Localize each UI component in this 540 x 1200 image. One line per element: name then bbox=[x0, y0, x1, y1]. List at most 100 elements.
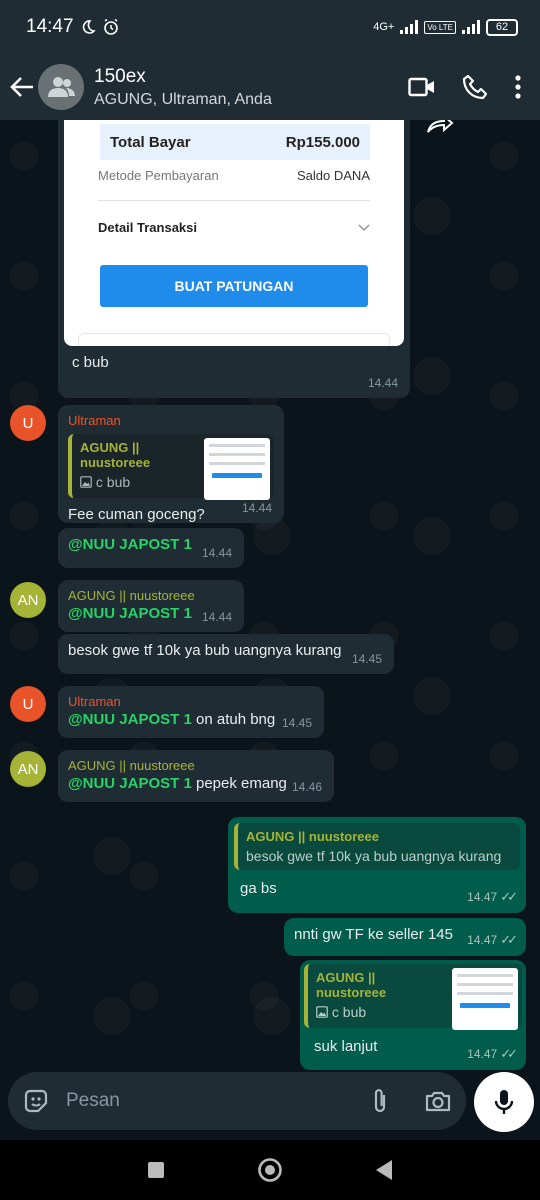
message-text: nnti gw TF ke seller 145 bbox=[294, 926, 453, 943]
message-bubble[interactable]: AGUNG || nuustoreee @NUU JAPOST 1 pepek … bbox=[58, 750, 334, 802]
microphone-icon bbox=[494, 1090, 514, 1114]
chat-title: 150ex bbox=[94, 65, 146, 87]
message-text: pepek emang bbox=[191, 775, 287, 792]
image-icon bbox=[316, 1006, 328, 1018]
back-nav-icon[interactable] bbox=[375, 1159, 393, 1181]
outgoing-message-bubble[interactable]: AGUNG || nuustoreee besok gwe tf 10k ya … bbox=[228, 817, 526, 913]
chat-info[interactable]: 150ex AGUNG, Ultraman, Anda bbox=[94, 66, 272, 109]
sticker-icon[interactable] bbox=[22, 1087, 50, 1115]
avatar[interactable]: AN bbox=[10, 751, 46, 787]
forward-icon[interactable] bbox=[426, 120, 454, 134]
message-time: 14.47 ✓✓ bbox=[467, 889, 518, 904]
battery-icon: 62 bbox=[486, 18, 518, 36]
message-bubble[interactable]: Ultraman @NUU JAPOST 1 on atuh bng 14.45 bbox=[58, 686, 324, 738]
volte-badge: Vo LTE bbox=[424, 20, 456, 34]
message-time: 14.46 bbox=[291, 780, 322, 794]
quote-text: c bub bbox=[95, 474, 131, 490]
mention[interactable]: @NUU JAPOST 1 bbox=[68, 605, 192, 622]
sender-name: Ultraman bbox=[68, 413, 121, 428]
status-time: 14:47 bbox=[26, 16, 74, 37]
message-bubble[interactable]: @NUU JAPOST 1 14.44 bbox=[58, 528, 244, 568]
alarm-icon bbox=[103, 18, 118, 35]
message-time: 14.44 bbox=[367, 376, 398, 390]
message-composer[interactable]: Pesan bbox=[8, 1072, 466, 1130]
message-time: 14.44 bbox=[241, 501, 272, 515]
total-value: Rp155.000 bbox=[285, 133, 360, 151]
sender-name: AGUNG || nuustoreee bbox=[68, 758, 195, 773]
outgoing-message-bubble[interactable]: nnti gw TF ke seller 145 14.47 ✓✓ bbox=[284, 918, 526, 956]
message-bubble[interactable]: Ultraman AGUNG || nuustoreee c bub Fee c… bbox=[58, 405, 284, 523]
sender-name: Ultraman bbox=[68, 694, 121, 709]
mention[interactable]: @NUU JAPOST 1 bbox=[68, 775, 192, 792]
quote-author: AGUNG || nuustoreee bbox=[80, 440, 151, 470]
system-nav-bar bbox=[0, 1140, 540, 1200]
quoted-message[interactable]: AGUNG || nuustoreee c bub bbox=[304, 964, 522, 1030]
recents-icon[interactable] bbox=[147, 1161, 165, 1179]
message-bubble[interactable]: AGUNG || nuustoreee @NUU JAPOST 1 14.44 bbox=[58, 580, 244, 632]
quote-thumbnail bbox=[452, 968, 518, 1030]
arrow-left-icon bbox=[10, 77, 33, 97]
detail-label: Detail Transaksi bbox=[98, 220, 197, 235]
detail-row: Detail Transaksi bbox=[98, 220, 370, 235]
group-icon bbox=[48, 77, 75, 97]
quote-text: c bub bbox=[331, 1004, 367, 1020]
quoted-message[interactable]: AGUNG || nuustoreee besok gwe tf 10k ya … bbox=[234, 823, 520, 870]
mic-button[interactable] bbox=[474, 1072, 534, 1132]
mention[interactable]: @NUU JAPOST 1 bbox=[68, 711, 192, 728]
message-time: 14.45 bbox=[281, 716, 312, 730]
method-value: Saldo DANA bbox=[297, 168, 370, 183]
chat-members: AGUNG, Ultraman, Anda bbox=[94, 90, 272, 108]
image-icon bbox=[80, 476, 92, 488]
divider bbox=[98, 200, 370, 201]
method-label: Metode Pembayaran bbox=[98, 168, 219, 183]
create-patungan-button: BUAT PATUNGAN bbox=[100, 265, 368, 307]
message-time: 14.47 ✓✓ bbox=[467, 932, 518, 947]
avatar[interactable]: AN bbox=[10, 582, 46, 618]
message-time: 14.45 bbox=[351, 652, 382, 666]
status-bar: 14:47 4G+ Vo LTE 62 bbox=[0, 0, 540, 54]
quote-thumbnail bbox=[204, 438, 270, 500]
camera-icon[interactable] bbox=[424, 1089, 452, 1113]
message-text: c bub bbox=[72, 354, 109, 371]
chevron-down-icon bbox=[358, 223, 370, 231]
quote-text-row: c bub bbox=[80, 474, 198, 490]
message-image-bubble[interactable]: Total Bayar Rp155.000 Metode Pembayaran … bbox=[58, 120, 410, 398]
quote-author: AGUNG || nuustoreee bbox=[246, 829, 379, 844]
message-input[interactable]: Pesan bbox=[66, 1090, 370, 1112]
message-text: besok gwe tf 10k ya bub uangnya kurang bbox=[68, 642, 342, 659]
quote-author: AGUNG || nuustoreee bbox=[316, 970, 387, 1000]
quoted-message[interactable]: AGUNG || nuustoreee c bub bbox=[68, 434, 274, 500]
attach-icon[interactable] bbox=[370, 1087, 390, 1115]
avatar[interactable]: U bbox=[10, 405, 46, 441]
receipt-bottom-card bbox=[78, 333, 390, 346]
chat-area[interactable]: Total Bayar Rp155.000 Metode Pembayaran … bbox=[0, 120, 540, 1075]
sender-name: AGUNG || nuustoreee bbox=[68, 588, 195, 603]
group-avatar[interactable] bbox=[38, 64, 84, 110]
message-time: 14.44 bbox=[201, 610, 232, 624]
quote-text-row: c bub bbox=[316, 1004, 446, 1020]
method-row: Metode Pembayaran Saldo DANA bbox=[98, 168, 370, 183]
back-button[interactable] bbox=[4, 69, 40, 105]
message-bubble[interactable]: besok gwe tf 10k ya bub uangnya kurang 1… bbox=[58, 634, 394, 674]
do-not-disturb-icon bbox=[82, 20, 96, 34]
mention[interactable]: @NUU JAPOST 1 bbox=[68, 536, 192, 553]
avatar[interactable]: U bbox=[10, 686, 46, 722]
signal-icon bbox=[400, 20, 419, 34]
voice-call-icon[interactable] bbox=[462, 74, 488, 100]
home-icon[interactable] bbox=[257, 1157, 283, 1183]
total-label: Total Bayar bbox=[110, 133, 191, 151]
total-row: Total Bayar Rp155.000 bbox=[100, 124, 370, 160]
message-text: on atuh bng bbox=[191, 711, 276, 728]
receipt-image[interactable]: Total Bayar Rp155.000 Metode Pembayaran … bbox=[64, 120, 404, 346]
signal-icon-2 bbox=[462, 20, 480, 34]
outgoing-message-bubble[interactable]: AGUNG || nuustoreee c bub suk lanjut 14.… bbox=[300, 960, 526, 1070]
message-time: 14.47 ✓✓ bbox=[467, 1046, 518, 1061]
network-type: 4G+ bbox=[373, 21, 395, 33]
video-call-icon[interactable] bbox=[408, 76, 436, 98]
more-options-icon[interactable] bbox=[514, 74, 522, 100]
quote-text: besok gwe tf 10k ya bub uangnya kurang bbox=[246, 848, 502, 864]
chat-header: 150ex AGUNG, Ultraman, Anda bbox=[0, 54, 540, 120]
create-patungan-label: BUAT PATUNGAN bbox=[174, 278, 294, 294]
message-time: 14.44 bbox=[201, 546, 232, 560]
double-check-icon: ✓✓ bbox=[500, 932, 518, 947]
